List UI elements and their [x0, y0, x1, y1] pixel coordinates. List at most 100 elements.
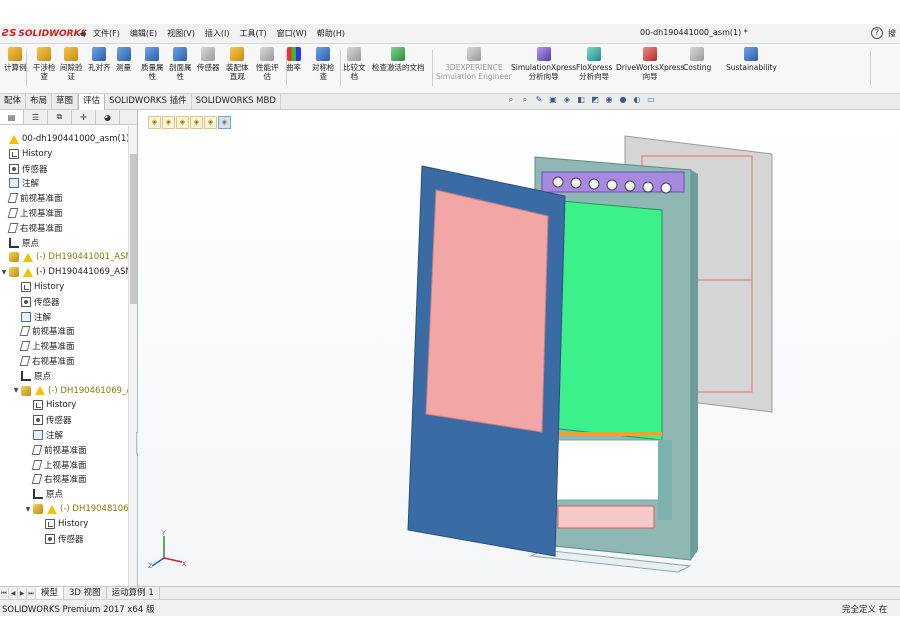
menu-item[interactable]: 帮助(H)	[312, 28, 350, 39]
ribbon-button-symmetry-check[interactable]: 对称检 查	[312, 47, 335, 81]
tree-item[interactable]: History	[0, 147, 52, 161]
tree-item[interactable]: 上视基准面	[12, 339, 75, 353]
ribbon-button-calculator[interactable]: 计算例	[4, 47, 27, 72]
dimxpert-tab-icon[interactable]: ✛	[72, 110, 96, 124]
tree-item[interactable]: History	[24, 398, 76, 412]
tree-item[interactable]: 原点	[12, 369, 51, 383]
menu-item[interactable]: 文件(F)	[88, 28, 125, 39]
dynamic-annotation-icon[interactable]: ◈	[562, 95, 572, 105]
tree-item[interactable]: 右视基准面	[24, 472, 87, 486]
ribbon-button-3dexperience[interactable]: 3DEXPERIENCE Simulation Engineer	[436, 47, 512, 81]
expand-toggle-icon[interactable]: ▼	[12, 387, 20, 394]
last-tab-icon[interactable]: ⏭	[27, 587, 36, 599]
model-tab[interactable]: 模型	[36, 587, 65, 599]
previous-view-icon[interactable]: ✎	[534, 95, 544, 105]
first-tab-icon[interactable]: ⏮	[0, 587, 9, 599]
next-tab-icon[interactable]: ▶	[18, 587, 27, 599]
expand-toggle-icon[interactable]: ▼	[0, 269, 8, 276]
tree-item[interactable]: 原点	[24, 487, 63, 501]
ribbon-button-hole-alignment[interactable]: 孔对齐	[88, 47, 111, 72]
menu-item[interactable]: 编辑(E)	[125, 28, 162, 39]
ribbon-button-measure[interactable]: 测量	[116, 47, 131, 72]
breadcrumb-assembly-icon[interactable]: ◈	[148, 116, 161, 129]
tree-item[interactable]: ▼ (-) DH190461069_AS	[12, 384, 128, 398]
tree-item[interactable]: History	[36, 517, 88, 531]
property-manager-tab-icon[interactable]: ☰	[24, 110, 48, 124]
graphics-area[interactable]: ◈ ◈ ◈ ◈ ◈ ◈ Y X Z	[138, 110, 900, 586]
tree-item[interactable]: 传感器	[12, 295, 60, 309]
breadcrumb-assembly-icon[interactable]: ◈	[218, 116, 231, 129]
edit-appearance-icon[interactable]: ●	[618, 95, 628, 105]
ribbon-button-floxpress[interactable]: FloXpress 分析向导	[576, 47, 612, 81]
ribbon-button-label: 测量	[116, 63, 131, 72]
menu-item[interactable]: 工具(T)	[234, 28, 271, 39]
command-tab[interactable]: 评估	[78, 94, 106, 110]
tree-item[interactable]: ▼ (-) DH190441069_ASM	[0, 265, 128, 279]
ribbon-button-clearance-verification[interactable]: 间隙验 证	[60, 47, 83, 81]
tree-item[interactable]: 右视基准面	[12, 354, 75, 368]
ribbon-button-simulationxpress[interactable]: SimulationXpress 分析向导	[511, 47, 576, 81]
tree-item[interactable]: 上视基准面	[0, 206, 63, 220]
tree-item[interactable]: ▼ (-) DH190481069	[24, 502, 128, 516]
ribbon-button-mass-properties[interactable]: 质量属 性	[141, 47, 164, 81]
tree-item[interactable]: 注解	[12, 310, 51, 324]
hide-show-items-icon[interactable]: ◉	[604, 95, 614, 105]
scrollbar-thumb[interactable]	[130, 154, 137, 304]
tree-item[interactable]: 右视基准面	[0, 221, 63, 235]
display-manager-tab-icon[interactable]: ◕	[96, 110, 120, 124]
command-tab[interactable]: SOLIDWORKS MBD	[192, 94, 281, 110]
command-tab[interactable]: 配体	[0, 94, 27, 110]
section-view-icon[interactable]: ▣	[548, 95, 558, 105]
menu-expand-arrow-icon[interactable]: ◀	[76, 29, 88, 38]
view-settings-icon[interactable]: ▭	[646, 95, 656, 105]
view-orientation-icon[interactable]: ◧	[576, 95, 586, 105]
model-tab[interactable]: 运动算例 1	[107, 587, 160, 599]
help-icon[interactable]: ?	[871, 27, 883, 39]
expand-toggle-icon[interactable]: ▼	[24, 506, 32, 513]
tree-item[interactable]: 注解	[0, 176, 39, 190]
ribbon-button-costing[interactable]: Costing	[683, 47, 711, 72]
command-tab[interactable]: 布局	[26, 94, 53, 110]
ribbon-button-assembly-visualization[interactable]: 装配体 直观	[226, 47, 249, 81]
zoom-to-fit-icon[interactable]: ⌕	[506, 95, 516, 105]
ribbon-button-compare-documents[interactable]: 比较文 档	[343, 47, 366, 81]
tree-item[interactable]: 传感器	[0, 162, 48, 176]
ribbon-button-section-properties[interactable]: 剖面属 性	[169, 47, 192, 81]
ribbon-button-sustainability[interactable]: Sustainability	[726, 47, 777, 72]
command-tab[interactable]: 草图	[52, 94, 79, 110]
tree-item[interactable]: 传感器	[24, 413, 72, 427]
tree-item[interactable]: 上视基准面	[24, 458, 87, 472]
breadcrumb-assembly-icon[interactable]: ◈	[190, 116, 203, 129]
breadcrumb-assembly-icon[interactable]: ◈	[176, 116, 189, 129]
breadcrumb-assembly-icon[interactable]: ◈	[162, 116, 175, 129]
tree-item[interactable]: History	[12, 280, 64, 294]
ribbon-button-curvature[interactable]: 曲率	[286, 47, 301, 72]
feature-tree-scrollbar[interactable]	[128, 126, 137, 586]
command-tab[interactable]: SOLIDWORKS 插件	[105, 94, 192, 110]
ribbon-button-interference-check[interactable]: 干涉检 查	[33, 47, 56, 81]
ribbon-button-performance-evaluation[interactable]: 性能评 估	[256, 47, 279, 81]
search-label[interactable]: 搜	[888, 28, 896, 39]
prev-tab-icon[interactable]: ◀	[9, 587, 18, 599]
tree-item[interactable]: 00-dh190441000_asm(1) (	[0, 132, 128, 146]
model-tab[interactable]: 3D 视图	[64, 587, 107, 599]
tree-item[interactable]: 传感器	[36, 532, 84, 546]
zoom-area-icon[interactable]: ⌕	[520, 95, 530, 105]
apply-scene-icon[interactable]: ◐	[632, 95, 642, 105]
ribbon-button-check-active-document[interactable]: 检查激活的文档	[372, 47, 425, 72]
menu-item[interactable]: 视图(V)	[162, 28, 200, 39]
menu-item[interactable]: 窗口(W)	[272, 28, 312, 39]
configuration-manager-tab-icon[interactable]: ⧉	[48, 110, 72, 124]
breadcrumb-assembly-icon[interactable]: ◈	[204, 116, 217, 129]
tree-item[interactable]: 前视基准面	[24, 443, 87, 457]
feature-tree-tab-icon[interactable]: ▤	[0, 110, 24, 124]
menu-item[interactable]: 插入(I)	[200, 28, 235, 39]
tree-item[interactable]: 前视基准面	[12, 324, 75, 338]
tree-item[interactable]: 前视基准面	[0, 191, 63, 205]
ribbon-button-sensor[interactable]: 传感器	[197, 47, 220, 72]
tree-item[interactable]: 注解	[24, 428, 63, 442]
ribbon-button-driveworksxpress[interactable]: DriveWorksXpress 向导	[616, 47, 684, 81]
display-style-icon[interactable]: ◩	[590, 95, 600, 105]
tree-item[interactable]: (-) DH190441001_ASM	[0, 250, 128, 264]
tree-item[interactable]: 原点	[0, 236, 39, 250]
